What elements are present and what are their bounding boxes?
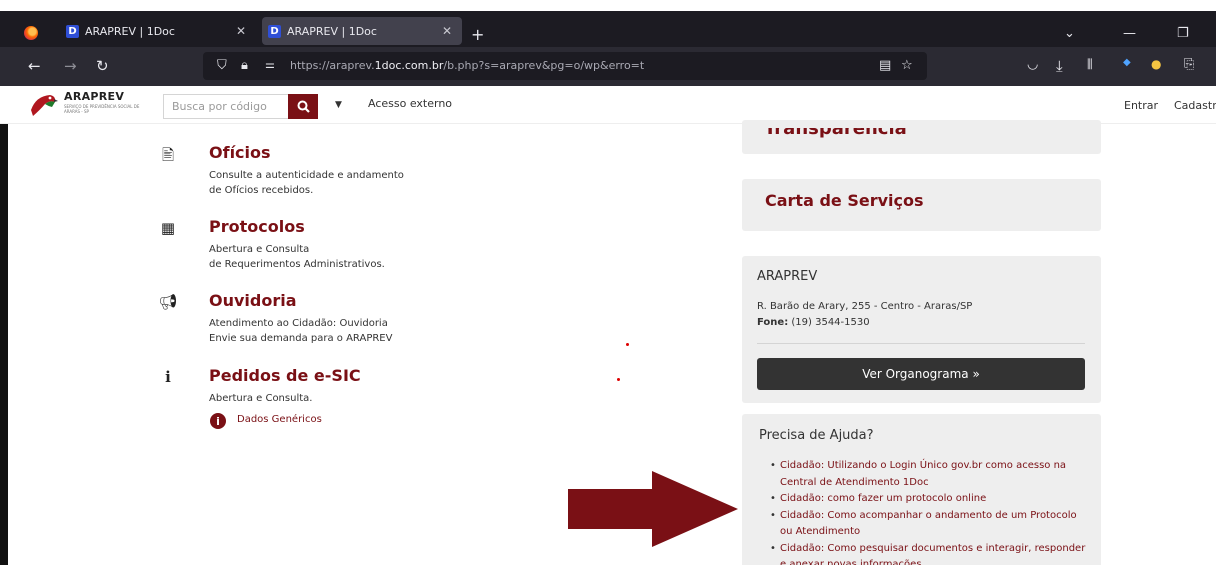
help-list: Cidadão: Utilizando o Login Único gov.br…	[770, 458, 1090, 565]
downloads-icon[interactable]: ⤓	[1056, 57, 1063, 75]
transparencia-title[interactable]: Transparência	[764, 128, 907, 139]
entrar-link[interactable]: Entrar	[1124, 99, 1158, 112]
transparencia-panel[interactable]: Transparência	[742, 120, 1101, 154]
tab-bar: D ARAPREV | 1Doc ✕ D ARAPREV | 1Doc ✕ + …	[0, 11, 1216, 47]
onedoc-favicon-icon: D	[66, 24, 79, 38]
dados-genericos-link[interactable]: Dados Genéricos	[237, 414, 322, 425]
new-tab-icon[interactable]: +	[471, 25, 484, 44]
reader-view-icon[interactable]: ▤	[879, 58, 891, 73]
phone-text: Fone: (19) 3544-1530	[757, 317, 870, 328]
restore-icon[interactable]: ❐	[1177, 26, 1189, 41]
red-dot	[617, 378, 620, 381]
tab-list-chevron-icon[interactable]: ⌄	[1064, 26, 1075, 41]
lock-icon[interactable]: 🔒︎	[241, 58, 248, 73]
forward-icon[interactable]: →	[64, 57, 77, 75]
megaphone-icon: 📢︎	[158, 293, 178, 311]
help-link[interactable]: Cidadão: Utilizando o Login Único gov.br…	[770, 458, 1090, 491]
reload-icon[interactable]: ↻	[96, 57, 109, 75]
divider	[757, 343, 1085, 344]
dropdown-caret-icon[interactable]: ▼	[335, 100, 342, 110]
permissions-icon[interactable]: ⚌	[265, 58, 275, 71]
document-icon: 🖹︎	[161, 146, 175, 164]
service-title[interactable]: Protocolos	[209, 217, 305, 236]
extension-icon[interactable]: ◆	[1123, 57, 1131, 68]
service-title[interactable]: Ouvidoria	[209, 291, 297, 310]
tab-araprev-1[interactable]: D ARAPREV | 1Doc ✕	[60, 17, 256, 45]
tab-title: ARAPREV | 1Doc	[85, 24, 175, 38]
red-dot	[626, 343, 629, 346]
cadastro-link[interactable]: Cadastro	[1174, 99, 1216, 112]
tab-title: ARAPREV | 1Doc	[287, 24, 377, 38]
service-description: Atendimento ao Cidadão: Ouvidoria Envie s…	[209, 318, 393, 344]
library-icon[interactable]: ⫼	[1087, 57, 1093, 72]
address-text: R. Barão de Arary, 255 - Centro - Araras…	[757, 301, 973, 312]
search-button[interactable]	[288, 94, 318, 119]
help-title: Precisa de Ajuda?	[759, 428, 874, 443]
service-description: Abertura e Consulta de Requerimentos Admi…	[209, 244, 385, 270]
logo-subtitle: SERVIÇO DE PREVIDÊNCIA SOCIAL DE ARARAS …	[64, 104, 140, 114]
pocket-icon[interactable]: ◡	[1027, 57, 1038, 72]
nav-bar: ← → ↻ ⛉ 🔒︎ ⚌ https://araprev.1doc.com.br…	[0, 47, 1216, 86]
search-icon	[297, 100, 310, 113]
close-tab-icon[interactable]: ✕	[232, 24, 250, 38]
search-input[interactable]: Busca por código	[163, 94, 288, 119]
araprev-info-panel: ARAPREV R. Barão de Arary, 255 - Centro …	[742, 256, 1101, 403]
extension-icon[interactable]: ●	[1151, 57, 1161, 71]
tab-araprev-2[interactable]: D ARAPREV | 1Doc ✕	[262, 17, 462, 45]
onedoc-favicon-icon: D	[268, 24, 281, 38]
shield-icon[interactable]: ⛉	[217, 58, 227, 73]
acesso-externo-link[interactable]: Acesso externo	[368, 97, 452, 110]
top-strip	[0, 0, 1216, 11]
window-edge	[0, 124, 8, 565]
carta-servicos-title[interactable]: Carta de Serviços	[765, 191, 924, 210]
back-icon[interactable]: ←	[28, 57, 41, 75]
url-text[interactable]: https://araprev.1doc.com.br/b.php?s=arap…	[290, 59, 644, 72]
site-header: ARAPREV SERVIÇO DE PREVIDÊNCIA SOCIAL DE…	[0, 86, 1216, 124]
help-link[interactable]: Cidadão: Como pesquisar documentos e int…	[770, 541, 1090, 565]
address-bar[interactable]: ⛉ 🔒︎ ⚌ https://araprev.1doc.com.br/b.php…	[203, 52, 927, 80]
araprev-logo-icon[interactable]	[28, 90, 58, 120]
minimize-icon[interactable]: —	[1123, 26, 1136, 41]
firefox-menu-icon[interactable]	[24, 26, 38, 40]
bookmark-star-icon[interactable]: ☆	[901, 58, 913, 73]
logo-name: ARAPREV	[64, 90, 125, 103]
service-description: Consulte a autenticidade e andamento de O…	[209, 170, 404, 196]
carta-servicos-panel[interactable]: Carta de Serviços	[742, 179, 1101, 231]
qrcode-icon: ▦	[160, 219, 176, 237]
ver-organograma-button[interactable]: Ver Organograma »	[757, 358, 1085, 390]
help-link[interactable]: Cidadão: Como acompanhar o andamento de …	[770, 508, 1090, 541]
info-icon: i	[165, 368, 171, 386]
extensions-puzzle-icon[interactable]: ⎘	[1184, 57, 1194, 72]
info-circle-icon: i	[210, 413, 226, 429]
service-description: Abertura e Consulta.	[209, 393, 313, 404]
help-link[interactable]: Cidadão: como fazer um protocolo online	[770, 491, 1090, 508]
service-title[interactable]: Pedidos de e-SIC	[209, 366, 361, 385]
close-tab-icon[interactable]: ✕	[438, 24, 456, 38]
annotation-arrow-icon	[568, 471, 738, 547]
help-panel: Precisa de Ajuda? Cidadão: Utilizando o …	[742, 414, 1101, 565]
service-title[interactable]: Ofícios	[209, 143, 271, 162]
araprev-panel-title: ARAPREV	[757, 269, 818, 284]
